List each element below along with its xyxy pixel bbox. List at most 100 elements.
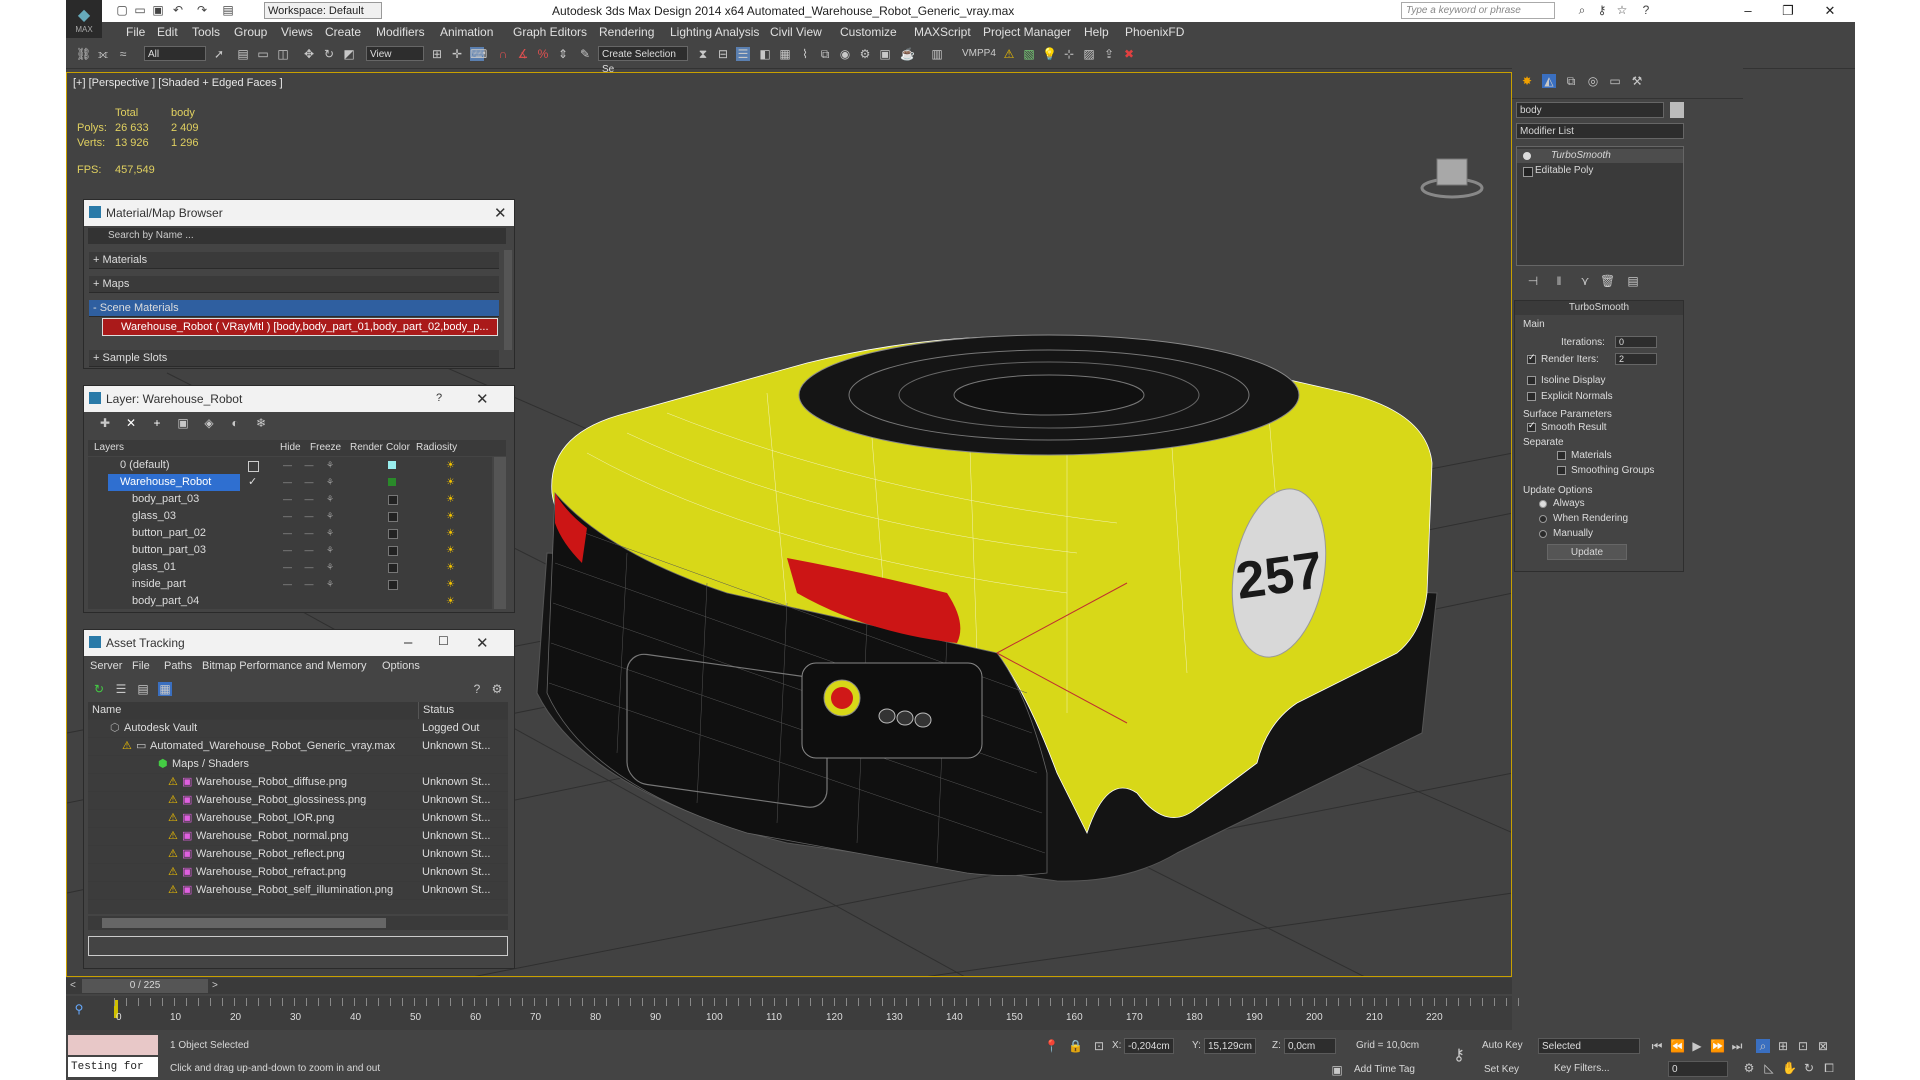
material-browser-titlebar[interactable]: Material/Map Browser ✕: [84, 200, 514, 226]
menu-server[interactable]: Server: [90, 660, 122, 672]
goto-start-icon[interactable]: ⏮: [1650, 1039, 1664, 1053]
render-iters-checkbox[interactable]: [1527, 352, 1536, 364]
radiosity-icons[interactable]: ☀ ☀ ☀ ☀ ☀ ☀ ☀ ☀ ☀: [446, 457, 458, 609]
mirror-icon[interactable]: ⧗: [696, 47, 710, 61]
y-coordinate-field[interactable]: 15,129cm: [1204, 1038, 1256, 1054]
asset-row[interactable]: ⚠ ▣ Warehouse_Robot_IOR.png Unknown St...: [88, 810, 508, 828]
key-filters-button[interactable]: Key Filters...: [1554, 1063, 1610, 1074]
object-color-swatch[interactable]: [1670, 102, 1684, 118]
project-folder-icon[interactable]: ▤: [220, 3, 236, 18]
render-iters-spinner[interactable]: 2: [1615, 353, 1657, 365]
track-bar[interactable]: ⚲ 0 10 20 30 40 50 60 70 80 90 100 110 1…: [66, 996, 1530, 1030]
play-icon[interactable]: ▶: [1690, 1039, 1704, 1053]
mini-curve-editor-icon[interactable]: ⚲: [72, 1002, 86, 1016]
help-icon[interactable]: ?: [470, 682, 484, 696]
help-button[interactable]: ?: [436, 392, 442, 404]
rotate-icon[interactable]: ↻: [322, 47, 336, 61]
col-radiosity[interactable]: Radiosity: [416, 442, 457, 453]
undo-icon[interactable]: ↶: [170, 3, 186, 18]
close-icon[interactable]: ✕: [494, 204, 507, 222]
percent-snap-icon[interactable]: %: [536, 47, 550, 61]
next-key-icon[interactable]: ⏩: [1710, 1039, 1725, 1053]
menu-phoenixfd[interactable]: PhoenixFD: [1125, 25, 1184, 39]
link-icon[interactable]: ⛓: [76, 47, 91, 61]
graphite-tools-icon[interactable]: ▦: [778, 47, 792, 61]
new-file-icon[interactable]: ▢: [114, 3, 130, 18]
perspective-viewport[interactable]: 257 [+] [Perspective ] [Shaded + Edged F…: [66, 72, 1512, 977]
asset-row[interactable]: ⚠ ▣ Warehouse_Robot_glossiness.png Unknown …: [88, 792, 508, 810]
create-tab-icon[interactable]: ✸: [1520, 74, 1534, 88]
update-button[interactable]: Update: [1547, 544, 1627, 560]
vray-lister-icon[interactable]: ▧: [1022, 47, 1036, 61]
menu-help[interactable]: Help: [1084, 25, 1109, 39]
key-selection-dropdown[interactable]: Selected: [1538, 1038, 1640, 1054]
vray-frame-buffer-icon[interactable]: ▥: [930, 47, 944, 61]
selection-filter-dropdown[interactable]: All: [144, 46, 206, 61]
angle-snap-icon[interactable]: ∡: [516, 47, 530, 61]
modifier-list-dropdown[interactable]: Modifier List: [1516, 123, 1684, 139]
when-rendering-radio[interactable]: [1539, 515, 1547, 523]
scene-material-item[interactable]: Warehouse_Robot ( VRayMtl ) [body,body_p…: [102, 318, 498, 336]
zoom-extents-icon[interactable]: ⊡: [1796, 1039, 1810, 1053]
align-icon[interactable]: ⊟: [716, 47, 730, 61]
time-slider-thumb[interactable]: 0 / 225: [82, 979, 208, 993]
asset-row[interactable]: ⬡ Autodesk Vault Logged Out: [88, 720, 508, 738]
utilities-tab-icon[interactable]: ⚒: [1630, 74, 1644, 88]
isoline-display-checkbox[interactable]: [1527, 376, 1536, 385]
col-name[interactable]: Name: [92, 702, 121, 719]
vmpp-label[interactable]: VMPP4: [962, 48, 996, 59]
freeze-all-layers-icon[interactable]: ❄: [254, 416, 268, 430]
app-logo[interactable]: ◆ MAX: [66, 0, 102, 38]
maxscript-mini-listener[interactable]: Testing for: [68, 1057, 158, 1077]
z-coordinate-field[interactable]: 0,0cm: [1284, 1038, 1336, 1054]
smooth-result-checkbox[interactable]: [1527, 420, 1536, 432]
auto-key-button[interactable]: Auto Key: [1482, 1040, 1523, 1051]
material-editor-icon[interactable]: ◉: [838, 47, 852, 61]
select-in-layer-icon[interactable]: ▣: [176, 416, 190, 430]
section-maps[interactable]: + Maps: [89, 276, 499, 293]
next-frame-icon[interactable]: >: [212, 980, 218, 991]
schematic-view-icon[interactable]: ⧉: [818, 47, 832, 61]
maximize-icon[interactable]: ☐: [438, 634, 449, 648]
add-to-layer-icon[interactable]: +: [150, 416, 164, 430]
scale-icon[interactable]: ◩: [342, 47, 356, 61]
layer-state-icons[interactable]: — — ⚘ — — ⚘ — — ⚘ — — ⚘ — — ⚘ — — ⚘ — — ⚘ — — ⚘: [283, 457, 403, 609]
close-icon[interactable]: ✕: [476, 634, 489, 652]
rect-selection-icon[interactable]: ▭: [256, 47, 270, 61]
absolute-mode-icon[interactable]: ⊡: [1092, 1039, 1106, 1053]
menu-tools[interactable]: Tools: [192, 25, 220, 39]
section-sample-slots[interactable]: + Sample Slots: [89, 350, 499, 367]
light-icon[interactable]: 💡: [1042, 47, 1057, 61]
asset-row[interactable]: ⚠ ▣ Warehouse_Robot_diffuse.png Unknown St.…: [88, 774, 508, 792]
maximize-button[interactable]: ❐: [1766, 0, 1810, 22]
section-scene-materials[interactable]: - Scene Materials: [89, 300, 499, 317]
pivot-icon[interactable]: ⊞: [430, 47, 444, 61]
layer-manager-icon[interactable]: ◧: [758, 47, 772, 61]
create-layer-icon[interactable]: ✚: [98, 416, 112, 430]
active-layer-box[interactable]: [248, 461, 259, 472]
menu-modifiers[interactable]: Modifiers: [376, 25, 425, 39]
highlight-layer-icon[interactable]: ◈: [202, 416, 216, 430]
unlink-icon[interactable]: ⟗: [96, 47, 110, 61]
col-status[interactable]: Status: [418, 702, 454, 719]
viewport-label[interactable]: [+] [Perspective ] [Shaded + Edged Faces…: [73, 77, 283, 89]
time-slider[interactable]: < 0 / 225 >: [66, 978, 1512, 994]
asset-row[interactable]: ⚠ ▣ Warehouse_Robot_self_illumination.png U…: [88, 882, 508, 900]
zoom-all-icon[interactable]: ⊞: [1776, 1039, 1790, 1053]
make-unique-icon[interactable]: ⋎: [1578, 274, 1592, 288]
spinner-snap-icon[interactable]: ⇕: [556, 47, 570, 61]
key-icon[interactable]: ⚷: [1594, 3, 1610, 18]
time-tag-icon[interactable]: ▣: [1330, 1063, 1344, 1077]
col-render[interactable]: Render: [350, 442, 383, 453]
reference-coordinate-dropdown[interactable]: View: [366, 46, 424, 61]
asset-row[interactable]: ⚠ ▣ Warehouse_Robot_reflect.png Unknown St.…: [88, 846, 508, 864]
col-layers[interactable]: Layers: [94, 442, 124, 453]
star-icon[interactable]: ☆: [1614, 3, 1630, 18]
search-input[interactable]: Type a keyword or phrase: [1401, 2, 1555, 19]
keyboard-shortcut-toggle-icon[interactable]: ⌨: [470, 47, 487, 61]
layer-panel-titlebar[interactable]: Layer: Warehouse_Robot ? ✕: [84, 386, 514, 412]
proxy-icon[interactable]: ▨: [1082, 47, 1096, 61]
manually-radio[interactable]: [1539, 530, 1547, 538]
menu-bitmap-performance[interactable]: Bitmap Performance and Memory: [202, 660, 366, 672]
field-of-view-icon[interactable]: ◺: [1762, 1061, 1776, 1075]
